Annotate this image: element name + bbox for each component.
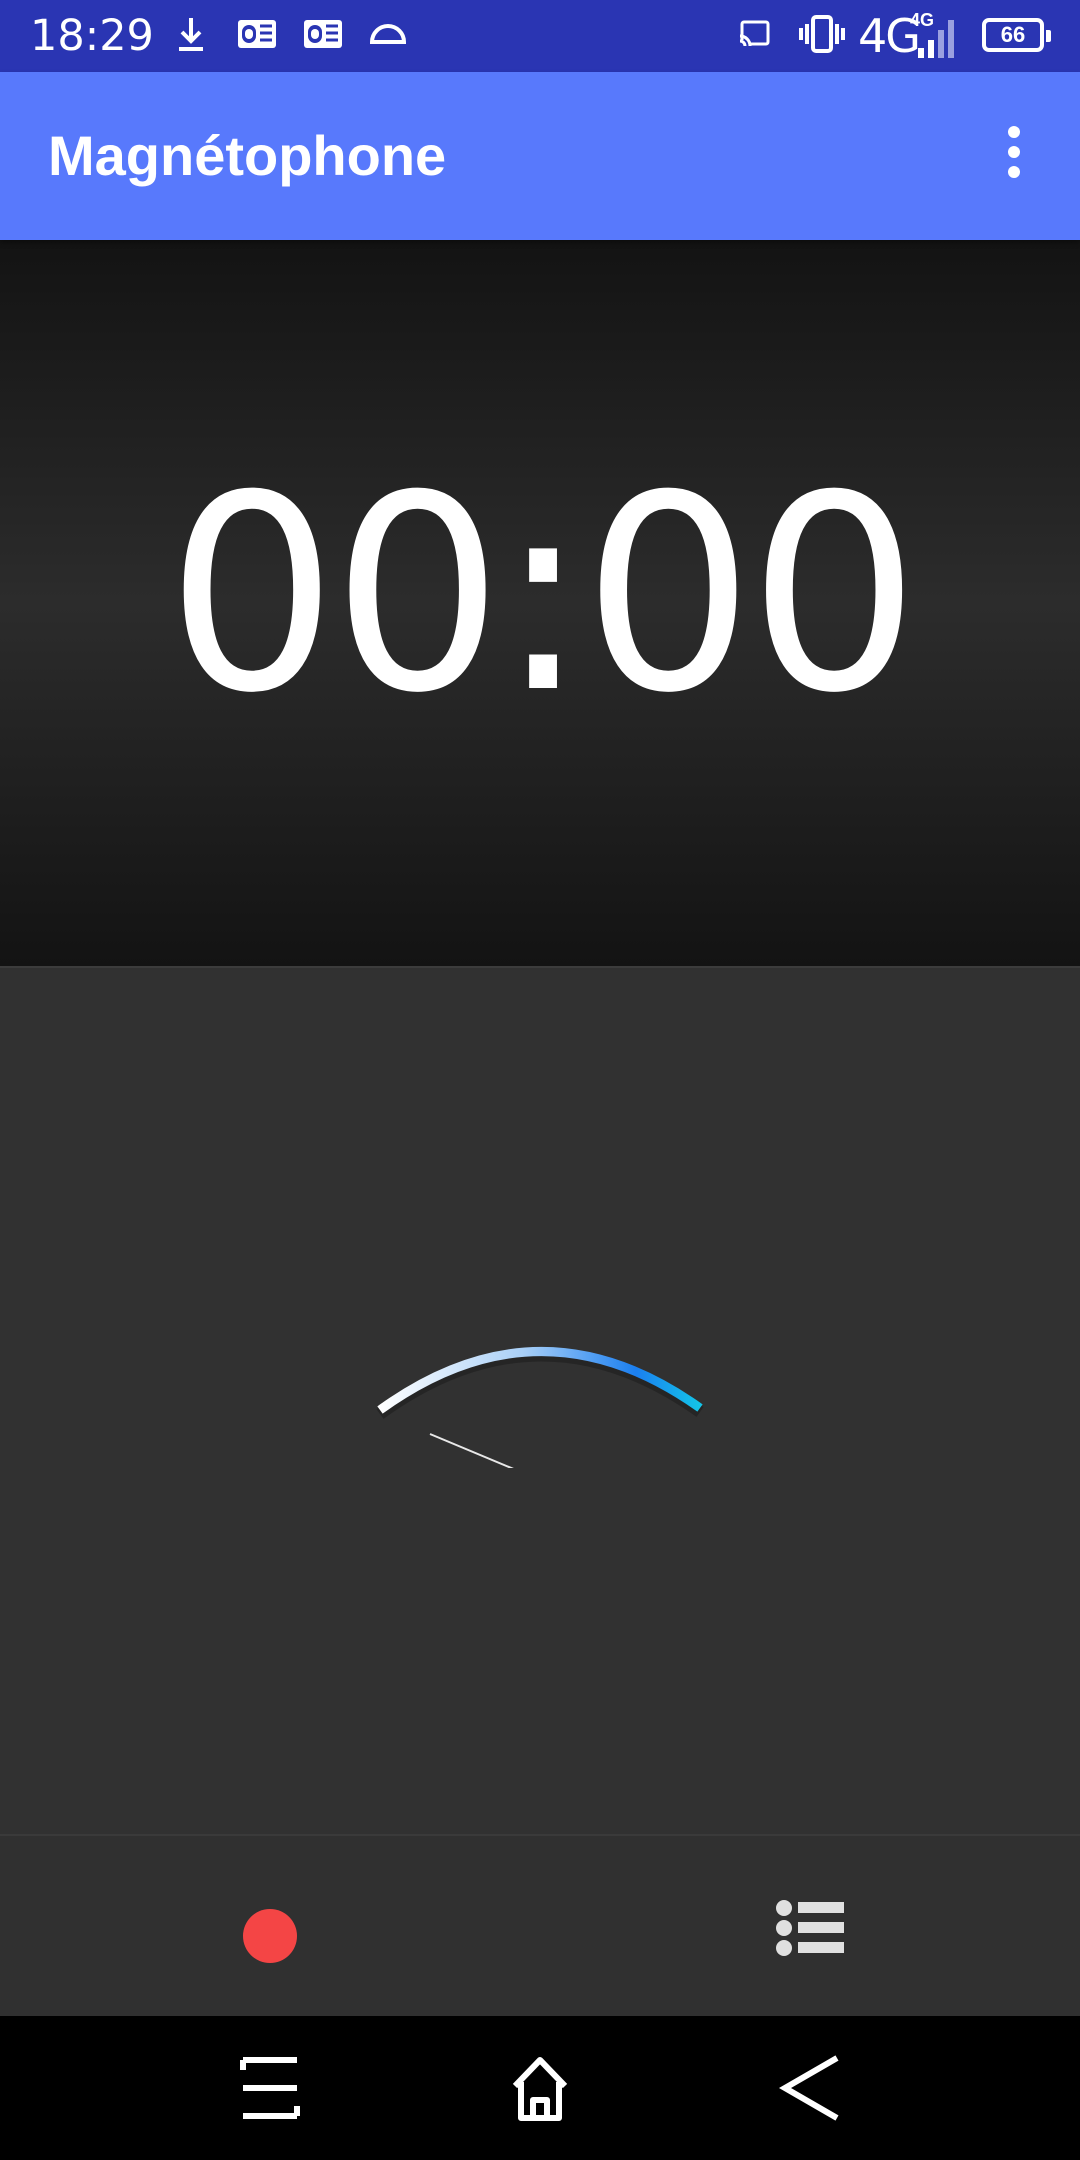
recordings-list-icon[interactable] bbox=[770, 1888, 850, 1968]
status-bar: 18:29 4G 4G 66 bbox=[0, 0, 1080, 72]
record-button[interactable] bbox=[230, 1896, 310, 1976]
timer-panel: 00:00 bbox=[0, 240, 1080, 968]
status-time: 18:29 bbox=[30, 11, 154, 61]
signal-icon bbox=[918, 20, 954, 58]
battery-level: 66 bbox=[1000, 22, 1026, 47]
record-icon bbox=[243, 1909, 297, 1963]
app-bar: Magnétophone bbox=[0, 72, 1080, 240]
timer-display: 00:00 bbox=[165, 436, 920, 752]
level-meter-gauge bbox=[376, 1347, 704, 1468]
half-circle-icon bbox=[369, 24, 407, 44]
overflow-menu-icon[interactable] bbox=[994, 124, 1034, 194]
back-icon[interactable] bbox=[765, 2046, 855, 2130]
cast-icon bbox=[738, 20, 770, 50]
battery-icon: 66 bbox=[982, 18, 1051, 52]
outlook-icon bbox=[238, 20, 276, 48]
control-bar bbox=[0, 1834, 1080, 2016]
meter-area bbox=[0, 968, 1080, 1834]
navigation-bar bbox=[0, 2016, 1080, 2160]
vibrate-icon bbox=[799, 15, 845, 53]
download-icon bbox=[179, 18, 203, 51]
recent-apps-icon[interactable] bbox=[225, 2046, 315, 2130]
outlook-icon bbox=[304, 20, 342, 48]
home-icon[interactable] bbox=[495, 2046, 585, 2130]
meter-needle bbox=[429, 1433, 514, 1468]
app-title: Magnétophone bbox=[48, 124, 447, 187]
